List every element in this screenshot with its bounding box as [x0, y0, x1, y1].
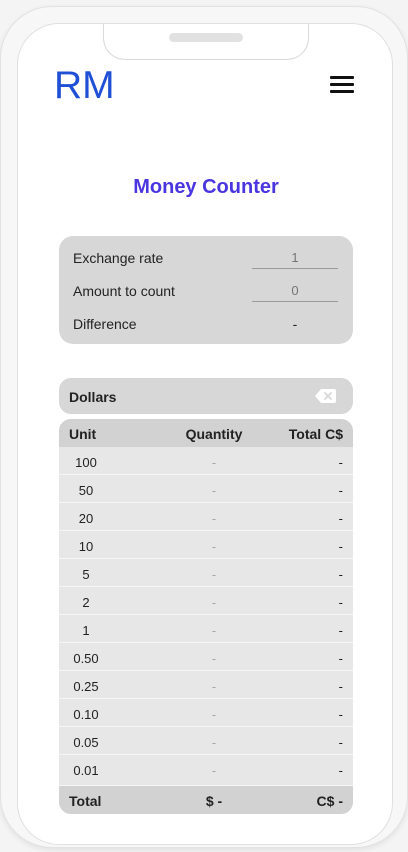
row-quantity-input[interactable]: -: [154, 763, 274, 778]
row-total: -: [338, 623, 343, 638]
exchange-rate-input[interactable]: [252, 247, 338, 269]
row-unit: 0.05: [73, 735, 99, 750]
row-quantity-input[interactable]: -: [154, 483, 274, 498]
summary-panel: Exchange rate Amount to count Difference…: [59, 236, 353, 344]
row-quantity-input[interactable]: -: [154, 595, 274, 610]
page-title: Money Counter: [133, 176, 279, 198]
row-unit: 0.50: [73, 651, 99, 666]
table-row: 0.05 - -: [59, 727, 353, 755]
row-unit: 20: [78, 511, 94, 526]
difference-value: -: [292, 316, 298, 332]
phone-frame: RM Money Counter Exchange rate Amount to…: [0, 6, 408, 848]
row-unit: 0.01: [73, 763, 99, 778]
row-quantity-input[interactable]: -: [154, 623, 274, 638]
header-unit: Unit: [69, 426, 97, 442]
row-quantity-input[interactable]: -: [154, 651, 274, 666]
row-total: -: [338, 539, 343, 554]
difference-row: Difference -: [73, 313, 339, 335]
row-quantity-input[interactable]: -: [154, 567, 274, 582]
row-unit: 0.25: [73, 679, 99, 694]
currency-label: Dollars: [69, 389, 117, 405]
backspace-icon[interactable]: [315, 389, 336, 403]
table-row: 100 - -: [59, 447, 353, 475]
table-footer: Total $ - C$ -: [59, 786, 353, 814]
table-row: 50 - -: [59, 475, 353, 503]
row-quantity-input[interactable]: -: [154, 511, 274, 526]
speaker-grille: [169, 33, 243, 42]
row-total: -: [338, 455, 343, 470]
row-quantity-input[interactable]: -: [154, 539, 274, 554]
row-unit: 1: [82, 623, 90, 638]
phone-notch: [103, 24, 309, 60]
row-unit: 50: [78, 483, 94, 498]
exchange-rate-row: Exchange rate: [73, 247, 339, 269]
row-total: -: [338, 483, 343, 498]
row-total: -: [338, 567, 343, 582]
row-unit: 10: [78, 539, 94, 554]
difference-label: Difference: [73, 316, 137, 332]
table-row: 0.25 - -: [59, 671, 353, 699]
table-row: 20 - -: [59, 503, 353, 531]
exchange-rate-label: Exchange rate: [73, 250, 164, 266]
row-total: -: [338, 511, 343, 526]
phone-screen: RM Money Counter Exchange rate Amount to…: [17, 23, 393, 845]
amount-to-count-row: Amount to count: [73, 280, 339, 302]
row-total: -: [338, 763, 343, 778]
table-row: 2 - -: [59, 587, 353, 615]
app-logo[interactable]: RM: [54, 64, 115, 108]
row-total: -: [338, 735, 343, 750]
row-quantity-input[interactable]: -: [154, 707, 274, 722]
row-quantity-input[interactable]: -: [154, 735, 274, 750]
table-row: 0.10 - -: [59, 699, 353, 727]
denomination-table: Unit Quantity Total C$ 100 - - 50 - - 20…: [59, 419, 353, 814]
row-quantity-input[interactable]: -: [154, 455, 274, 470]
row-quantity-input[interactable]: -: [154, 679, 274, 694]
row-total: -: [338, 595, 343, 610]
hamburger-menu-icon[interactable]: [330, 76, 356, 94]
row-unit: 2: [82, 595, 90, 610]
row-unit: 0.10: [73, 707, 99, 722]
row-unit: 100: [75, 455, 97, 470]
table-row: 0.01 - -: [59, 755, 353, 786]
table-header: Unit Quantity Total C$: [59, 419, 353, 447]
amount-to-count-label: Amount to count: [73, 283, 175, 299]
row-total: -: [338, 651, 343, 666]
table-row: 5 - -: [59, 559, 353, 587]
table-row: 10 - -: [59, 531, 353, 559]
table-row: 0.50 - -: [59, 643, 353, 671]
footer-label: Total: [69, 793, 102, 809]
row-unit: 5: [82, 567, 90, 582]
footer-cad-total: C$ -: [316, 793, 343, 809]
row-total: -: [338, 679, 343, 694]
row-total: -: [338, 707, 343, 722]
table-row: 1 - -: [59, 615, 353, 643]
footer-dollar-total: $ -: [205, 793, 223, 809]
header-quantity: Quantity: [185, 426, 243, 442]
amount-to-count-input[interactable]: [252, 280, 338, 302]
header-total: Total C$: [288, 426, 343, 442]
currency-header: Dollars: [59, 378, 353, 414]
